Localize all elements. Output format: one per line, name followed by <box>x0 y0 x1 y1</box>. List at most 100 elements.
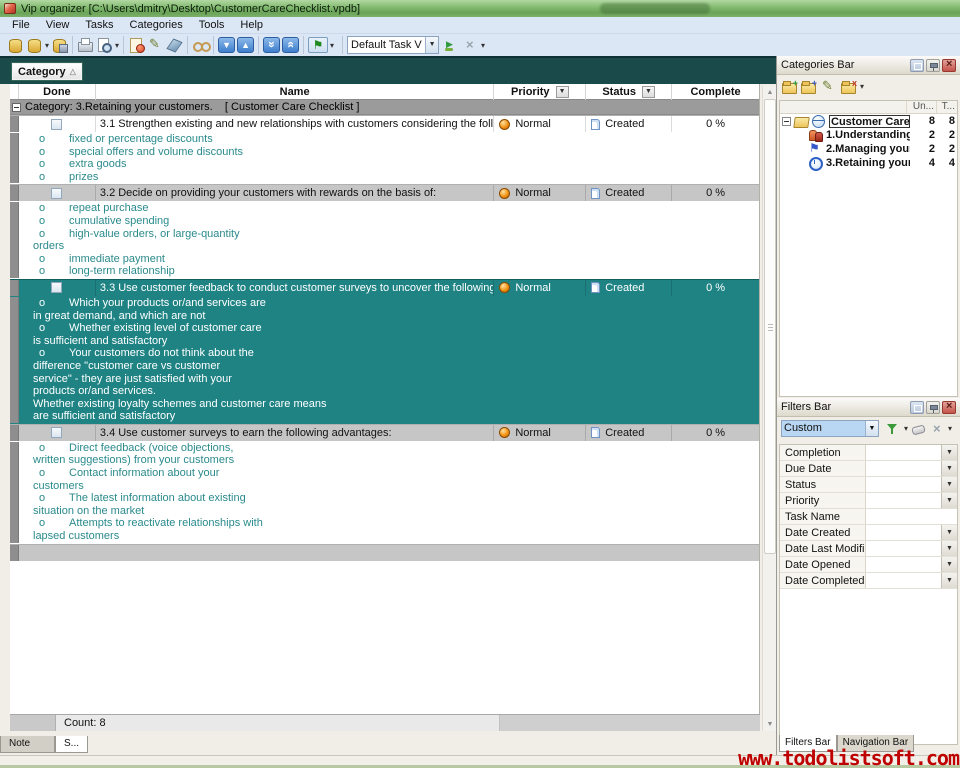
tab-s[interactable]: S... <box>55 736 88 753</box>
grid-vertical-scrollbar[interactable]: ▲ ▼ <box>762 86 776 731</box>
open-database-icon[interactable] <box>26 37 43 53</box>
column-filter-dropdown[interactable]: ▼ <box>556 86 569 98</box>
print-preview-icon[interactable] <box>96 37 113 53</box>
filter-value-field[interactable] <box>866 493 941 508</box>
chevron-down-icon[interactable]: ▾ <box>904 424 908 433</box>
delete-category-icon[interactable]: x <box>840 80 857 94</box>
restore-icon[interactable] <box>910 401 924 414</box>
edit-category-icon[interactable] <box>820 79 837 95</box>
restore-icon[interactable] <box>910 59 924 72</box>
menu-tasks[interactable]: Tasks <box>77 18 121 32</box>
chevron-down-icon[interactable]: ▾ <box>115 41 119 50</box>
close-icon[interactable] <box>942 59 956 72</box>
close-icon[interactable] <box>942 401 956 414</box>
category-tree-item[interactable]: 3.Retaining your cust44 <box>780 156 957 170</box>
group-by-category-button[interactable]: Category △ <box>12 63 82 80</box>
column-header-status[interactable]: Status▼ <box>586 84 672 100</box>
new-subcategory-icon[interactable]: + <box>800 80 817 94</box>
task-priority[interactable]: Normal <box>494 280 586 296</box>
filter-dropdown-icon[interactable]: ▼ <box>941 493 957 508</box>
flag-icon[interactable] <box>308 37 328 53</box>
move-up-icon[interactable] <box>237 37 254 53</box>
filter-dropdown-icon[interactable]: ▼ <box>941 557 957 572</box>
filter-value-field[interactable] <box>866 509 957 524</box>
clear-filter-icon[interactable] <box>929 421 946 437</box>
filter-dropdown-icon[interactable]: ▼ <box>941 461 957 476</box>
chevron-down-icon[interactable]: ▼ <box>865 421 878 436</box>
task-row[interactable]: 3.2 Decide on providing your customers w… <box>10 184 759 201</box>
move-down-icon[interactable] <box>218 37 235 53</box>
new-task-icon[interactable] <box>128 37 145 53</box>
filter-dropdown-icon[interactable]: ▼ <box>941 525 957 540</box>
filter-value-field[interactable] <box>866 445 941 460</box>
apply-filter-icon[interactable] <box>885 421 902 437</box>
chevron-down-icon[interactable]: ▾ <box>481 41 485 50</box>
task-row[interactable]: 3.4 Use customer surveys to earn the fol… <box>10 424 759 441</box>
filter-preset-combo[interactable]: Custom ▼ <box>781 420 879 437</box>
filter-value-field[interactable] <box>866 525 941 540</box>
menu-help[interactable]: Help <box>232 18 271 32</box>
task-checkbox[interactable] <box>51 427 62 438</box>
filter-value-field[interactable] <box>866 461 941 476</box>
filter-dropdown-icon[interactable]: ▼ <box>941 445 957 460</box>
category-tree-item[interactable]: 2.Managing your cust22 <box>780 142 957 156</box>
chevron-down-icon[interactable]: ▾ <box>45 41 49 50</box>
pin-icon[interactable] <box>926 59 940 72</box>
erase-filter-icon[interactable] <box>910 421 927 437</box>
menu-file[interactable]: File <box>4 18 38 32</box>
notes-icon[interactable] <box>192 37 209 53</box>
task-status[interactable]: Created <box>586 280 672 296</box>
menu-view[interactable]: View <box>38 18 78 32</box>
filter-value-field[interactable] <box>866 557 941 572</box>
filter-dropdown-icon[interactable]: ▼ <box>941 477 957 492</box>
task-checkbox[interactable] <box>51 188 62 199</box>
apply-view-icon[interactable] <box>443 37 460 53</box>
uncompleted-column-header[interactable]: Un... <box>906 101 936 113</box>
task-checkbox[interactable] <box>51 282 62 293</box>
filter-dropdown-icon[interactable]: ▼ <box>941 573 957 588</box>
task-priority[interactable]: Normal <box>494 116 586 132</box>
filter-value-field[interactable] <box>866 541 941 556</box>
column-header-priority[interactable]: Priority▼ <box>494 84 586 100</box>
task-status[interactable]: Created <box>586 185 672 201</box>
total-column-header[interactable]: T... <box>936 101 957 113</box>
task-checkbox[interactable] <box>51 119 62 130</box>
edit-task-icon[interactable] <box>147 37 164 53</box>
category-tree-item[interactable]: Customer Care Checkl88 <box>780 114 957 128</box>
clear-x-icon[interactable] <box>462 37 479 53</box>
pin-icon[interactable] <box>926 401 940 414</box>
chevron-down-icon[interactable]: ▾ <box>860 82 864 91</box>
column-header-name[interactable]: Name <box>96 84 494 100</box>
category-group-row[interactable]: Category: 3.Retaining your customers. [ … <box>10 100 759 115</box>
print-icon[interactable] <box>77 37 94 53</box>
menu-tools[interactable]: Tools <box>191 18 233 32</box>
tab-note[interactable]: Note <box>0 736 55 753</box>
titlebar[interactable]: Vip organizer [C:\Users\dmitry\Desktop\C… <box>0 0 960 17</box>
menu-categories[interactable]: Categories <box>122 18 191 32</box>
chevron-down-icon[interactable]: ▼ <box>425 37 438 53</box>
column-header-done[interactable]: Done <box>19 84 96 100</box>
scroll-up-icon[interactable]: ▲ <box>763 86 777 99</box>
task-row[interactable]: 3.1 Strengthen existing and new relation… <box>10 115 759 132</box>
collapse-icon[interactable] <box>782 117 791 126</box>
task-status[interactable]: Created <box>586 425 672 441</box>
column-filter-dropdown[interactable]: ▼ <box>642 86 655 98</box>
move-to-bottom-icon[interactable] <box>263 37 280 53</box>
filter-value-field[interactable] <box>866 573 941 588</box>
task-status[interactable]: Created <box>586 116 672 132</box>
save-database-icon[interactable] <box>51 37 68 53</box>
scrollbar-thumb[interactable] <box>764 99 776 554</box>
filter-value-field[interactable] <box>866 477 941 492</box>
task-priority[interactable]: Normal <box>494 185 586 201</box>
category-tree-item[interactable]: 1.Understanding your22 <box>780 128 957 142</box>
move-to-top-icon[interactable] <box>282 37 299 53</box>
chevron-down-icon[interactable]: ▾ <box>330 41 334 50</box>
chevron-down-icon[interactable]: ▾ <box>948 424 952 433</box>
task-view-combo[interactable]: Default Task V ▼ <box>347 36 439 54</box>
filter-dropdown-icon[interactable]: ▼ <box>941 541 957 556</box>
new-database-icon[interactable] <box>7 37 24 53</box>
scroll-down-icon[interactable]: ▼ <box>763 718 777 731</box>
delete-task-icon[interactable] <box>166 37 183 53</box>
column-header-complete[interactable]: Complete <box>672 84 759 100</box>
task-row[interactable]: 3.3 Use customer feedback to conduct cus… <box>10 279 759 296</box>
